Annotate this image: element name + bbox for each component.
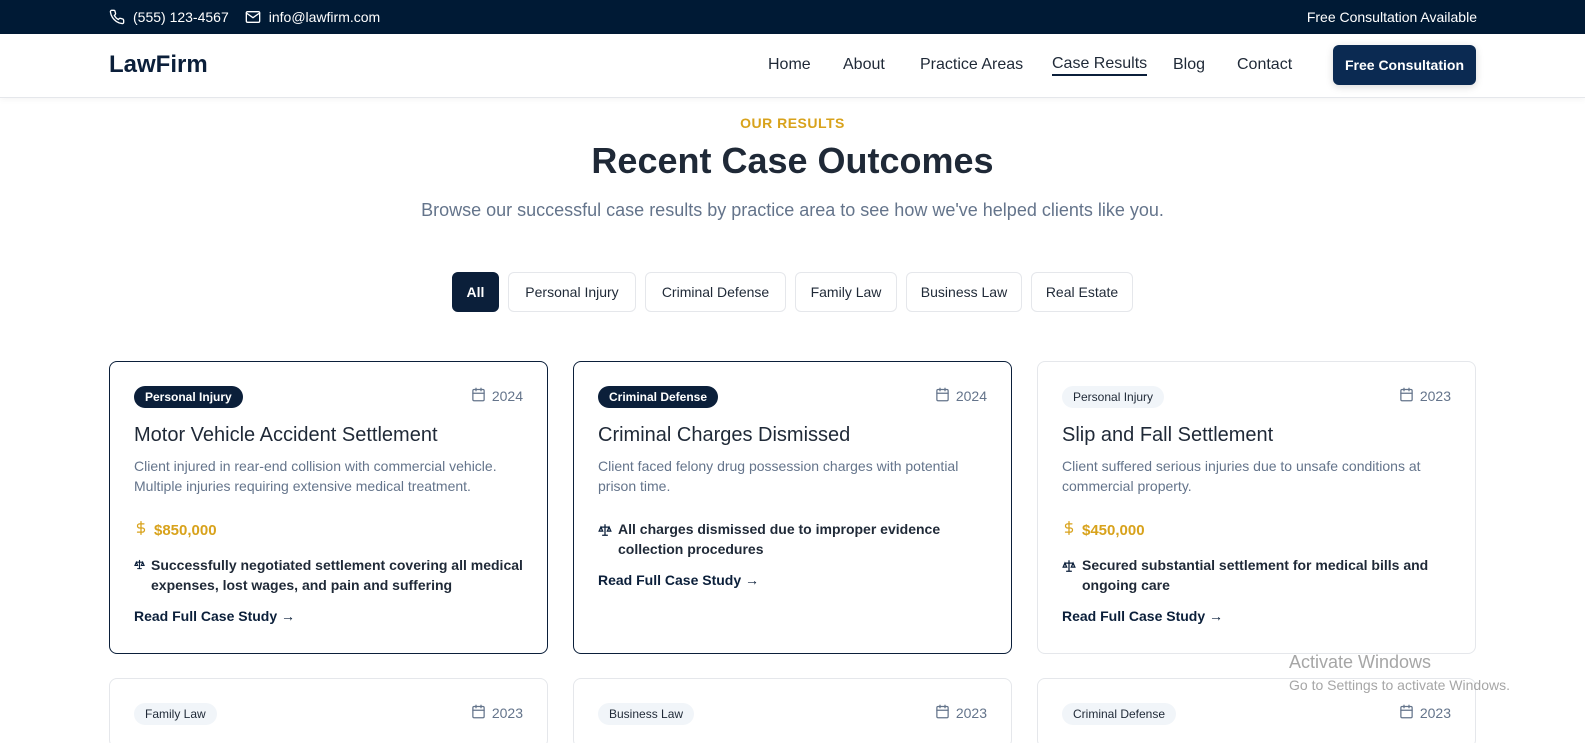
calendar-icon <box>471 387 486 405</box>
page-title: Recent Case Outcomes <box>591 140 994 181</box>
calendar-icon <box>1399 387 1414 405</box>
section-eyebrow: OUR RESULTS <box>740 115 845 131</box>
activate-windows-watermark: Activate Windows Go to Settings to activ… <box>1289 652 1510 693</box>
case-title: Motor Vehicle Accident Settlement <box>134 424 438 446</box>
category-badge: Personal Injury <box>1062 386 1165 408</box>
free-consultation-button[interactable]: Free Consultation <box>1333 45 1476 85</box>
outcome-text: Successfully negotiated settlement cover… <box>151 557 523 593</box>
email-contact[interactable]: info@lawfirm.com <box>245 9 380 25</box>
outcome-text: All charges dismissed due to improper ev… <box>618 521 941 557</box>
case-outcome: All charges dismissed due to improper ev… <box>598 519 988 559</box>
filter-criminal-defense[interactable]: Criminal Defense <box>645 272 786 312</box>
filter-business-law[interactable]: Business Law <box>906 272 1022 312</box>
nav-about[interactable]: About <box>843 56 885 74</box>
category-badge: Criminal Defense <box>1062 703 1177 725</box>
year-text: 2024 <box>955 388 987 404</box>
email-address: info@lawfirm.com <box>268 9 381 25</box>
case-description: Client suffered serious injuries due to … <box>1062 458 1421 494</box>
nav-practice-areas[interactable]: Practice Areas <box>920 56 1023 74</box>
phone-icon <box>109 9 125 25</box>
case-card-business-law[interactable]: Business Law 2023 <box>573 678 1012 743</box>
case-year: 2023 <box>471 704 523 722</box>
calendar-icon <box>1399 704 1414 722</box>
outcome-text: Secured substantial settlement for medic… <box>1082 557 1429 593</box>
calendar-icon <box>935 704 950 722</box>
watermark-subtitle: Go to Settings to activate Windows. <box>1289 677 1510 693</box>
dollar-icon <box>134 520 148 540</box>
amount-text: $450,000 <box>1082 521 1145 539</box>
case-card-family-law[interactable]: Family Law 2023 <box>109 678 548 743</box>
case-year: 2023 <box>1399 704 1451 722</box>
case-year: 2024 <box>935 387 987 405</box>
read-case-study-link[interactable]: Read Full Case Study → <box>598 572 759 588</box>
main-navbar: LawFirm Home About Practice Areas Case R… <box>0 34 1585 98</box>
category-badge: Criminal Defense <box>598 386 719 408</box>
case-title: Slip and Fall Settlement <box>1062 424 1274 446</box>
nav-case-results[interactable]: Case Results <box>1052 55 1148 76</box>
case-year: 2023 <box>935 704 987 722</box>
year-text: 2023 <box>1419 388 1451 404</box>
case-year: 2023 <box>1399 387 1451 405</box>
consultation-note: Free Consultation Available <box>1306 9 1477 25</box>
case-card-criminal-dismissed[interactable]: Criminal Defense 2024 Criminal Charges D… <box>573 361 1012 654</box>
top-contact-bar: (555) 123-4567 info@lawfirm.com Free Con… <box>0 0 1585 34</box>
filter-real-estate[interactable]: Real Estate <box>1031 272 1133 312</box>
nav-home[interactable]: Home <box>768 56 811 74</box>
nav-contact[interactable]: Contact <box>1237 56 1292 74</box>
year-text: 2023 <box>1419 705 1451 721</box>
year-text: 2023 <box>491 705 523 721</box>
filter-family-law[interactable]: Family Law <box>795 272 897 312</box>
scale-icon <box>1062 555 1076 595</box>
calendar-icon <box>471 704 486 722</box>
calendar-icon <box>935 387 950 405</box>
settlement-amount: $450,000 <box>1062 520 1145 540</box>
nav-blog[interactable]: Blog <box>1173 56 1205 74</box>
watermark-title: Activate Windows <box>1289 652 1432 672</box>
case-description: Client injured in rear-end collision wit… <box>134 458 497 494</box>
year-text: 2024 <box>491 388 523 404</box>
amount-text: $850,000 <box>154 521 217 539</box>
filter-all[interactable]: All <box>452 272 499 312</box>
category-badge: Business Law <box>598 703 695 725</box>
mail-icon <box>245 9 261 25</box>
year-text: 2023 <box>955 705 987 721</box>
phone-number: (555) 123-4567 <box>133 9 229 25</box>
read-case-study-link[interactable]: Read Full Case Study → <box>134 608 295 624</box>
read-case-study-link[interactable]: Read Full Case Study → <box>1062 608 1223 624</box>
case-card-motor-vehicle[interactable]: Personal Injury 2024 Motor Vehicle Accid… <box>109 361 548 654</box>
case-title: Criminal Charges Dismissed <box>598 424 851 446</box>
case-description: Client faced felony drug possession char… <box>598 458 959 494</box>
scale-icon <box>598 519 612 559</box>
phone-contact[interactable]: (555) 123-4567 <box>109 9 229 25</box>
scale-icon <box>134 555 145 595</box>
settlement-amount: $850,000 <box>134 520 217 540</box>
case-card-slip-and-fall[interactable]: Personal Injury 2023 Slip and Fall Settl… <box>1037 361 1476 654</box>
category-badge: Personal Injury <box>134 386 243 408</box>
dollar-icon <box>1062 520 1076 540</box>
filter-personal-injury[interactable]: Personal Injury <box>508 272 636 312</box>
category-badge: Family Law <box>134 703 217 725</box>
case-year: 2024 <box>471 387 523 405</box>
case-outcome: Successfully negotiated settlement cover… <box>134 555 524 595</box>
page-subtitle: Browse our successful case results by pr… <box>421 200 1164 220</box>
case-outcome: Secured substantial settlement for medic… <box>1062 555 1452 595</box>
